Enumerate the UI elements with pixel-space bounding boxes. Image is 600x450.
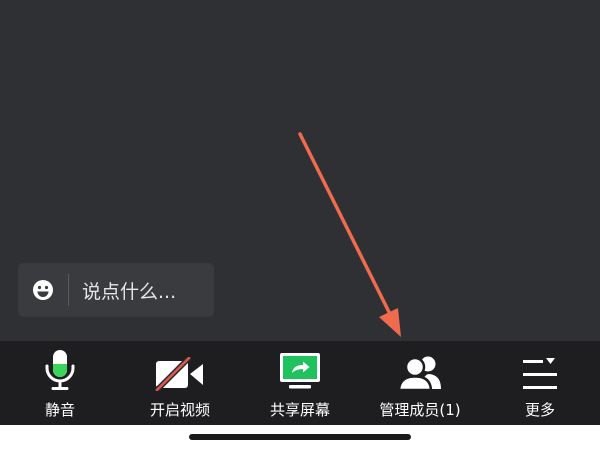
start-video-button[interactable]: 开启视频 xyxy=(120,341,240,425)
mute-button[interactable]: 静音 xyxy=(0,341,120,425)
home-indicator[interactable] xyxy=(189,434,411,440)
mute-label: 静音 xyxy=(44,401,75,419)
members-icon xyxy=(398,341,442,391)
microphone-icon xyxy=(43,341,77,391)
more-menu-icon xyxy=(522,341,558,391)
emoji-icon[interactable] xyxy=(18,263,68,317)
start-video-label: 开启视频 xyxy=(149,401,210,419)
chat-divider xyxy=(68,274,69,306)
share-screen-icon xyxy=(280,341,320,391)
share-screen-label: 共享屏幕 xyxy=(269,401,330,419)
chat-input[interactable]: 说点什么... xyxy=(18,263,214,317)
meeting-toolbar: 静音 开启视频 共享屏幕 管理成员(1) 更多 xyxy=(0,341,600,425)
more-button[interactable]: 更多 xyxy=(480,341,600,425)
manage-members-button[interactable]: 管理成员(1) xyxy=(360,341,480,425)
share-screen-button[interactable]: 共享屏幕 xyxy=(240,341,360,425)
more-label: 更多 xyxy=(524,401,555,419)
chat-placeholder: 说点什么... xyxy=(82,280,177,303)
home-indicator-area xyxy=(0,425,600,450)
video-off-icon xyxy=(155,341,205,391)
meeting-screen: 说点什么... 静音 开启视频 共享屏幕 管理成员(1) 更多 xyxy=(0,0,600,450)
manage-members-label: 管理成员(1) xyxy=(379,401,461,419)
